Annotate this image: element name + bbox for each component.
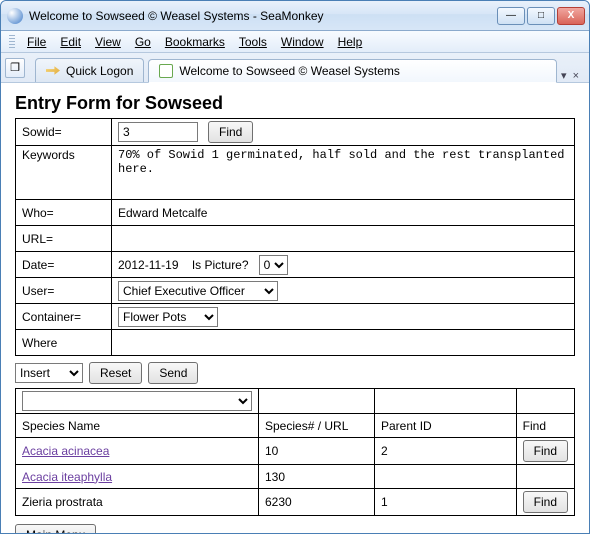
menu-window[interactable]: Window: [275, 33, 330, 51]
menu-view[interactable]: View: [89, 33, 127, 51]
cell-sowid: Find: [112, 119, 575, 146]
label-sowid: Sowid=: [16, 119, 112, 146]
parent-id: 2: [375, 438, 517, 465]
app-icon: [7, 8, 23, 24]
table-row: Acacia iteaphylla 130: [16, 465, 575, 489]
menu-go[interactable]: Go: [129, 33, 157, 51]
send-button[interactable]: Send: [148, 362, 198, 384]
action-row: Insert Reset Send: [15, 362, 575, 384]
container-select[interactable]: Flower Pots: [118, 307, 218, 327]
species-name: Zieria prostrata: [16, 489, 259, 516]
tab-welcome[interactable]: Welcome to Sowseed © Weasel Systems: [148, 59, 557, 83]
cell-date: 2012-11-19 Is Picture? 0: [112, 252, 575, 278]
species-grid: Species Name Species# / URL Parent ID Fi…: [15, 388, 575, 516]
menu-tools-label: Tools: [239, 35, 267, 49]
date-value: 2012-11-19: [118, 258, 179, 272]
page-title: Entry Form for Sowseed: [15, 93, 575, 114]
menu-help[interactable]: Help: [332, 33, 369, 51]
menu-bookmarks[interactable]: Bookmarks: [159, 33, 231, 51]
col-species-name: Species Name: [16, 414, 259, 438]
who-value: Edward Metcalfe: [112, 200, 575, 226]
content-area: Entry Form for Sowseed Sowid= Find Keywo…: [1, 83, 589, 533]
species-num: 130: [259, 465, 375, 489]
tabbar: ❐ Quick Logon Welcome to Sowseed © Wease…: [1, 53, 589, 83]
tab-dropdown-icon[interactable]: ▾: [561, 69, 567, 82]
parent-id: 1: [375, 489, 517, 516]
label-container: Container=: [16, 304, 112, 330]
menubar: File Edit View Go Bookmarks Tools Window…: [1, 31, 589, 53]
tab-close-button[interactable]: ×: [573, 70, 579, 82]
row-find-button[interactable]: Find: [523, 440, 568, 462]
table-row: Zieria prostrata62301 Find: [16, 489, 575, 516]
sowid-input[interactable]: [118, 122, 198, 142]
main-menu-button[interactable]: Main Menu: [15, 524, 96, 533]
keywords-value: 70% of Sowid 1 germinated, half sold and…: [112, 146, 575, 200]
menu-file[interactable]: File: [21, 33, 52, 51]
tab-quick-logon[interactable]: Quick Logon: [35, 58, 144, 82]
menu-view-label: View: [95, 35, 121, 49]
species-link[interactable]: Acacia acinacea: [22, 444, 109, 458]
find-button[interactable]: Find: [208, 121, 253, 143]
grid-filter-row: [16, 389, 575, 414]
document-icon: [159, 64, 173, 78]
minimize-button[interactable]: —: [497, 7, 525, 25]
close-button[interactable]: X: [557, 7, 585, 25]
maximize-button[interactable]: □: [527, 7, 555, 25]
table-row: Acacia acinacea 102 Find: [16, 438, 575, 465]
key-icon: [46, 64, 60, 78]
label-url: URL=: [16, 226, 112, 252]
row-find-button[interactable]: Find: [523, 491, 568, 513]
user-select[interactable]: Chief Executive Officer: [118, 281, 278, 301]
species-filter-select[interactable]: [22, 391, 252, 411]
species-num: 10: [259, 438, 375, 465]
url-value: [112, 226, 575, 252]
menu-file-label: File: [27, 35, 46, 49]
new-tab-button[interactable]: ❐: [5, 58, 25, 78]
menu-window-label: Window: [281, 35, 324, 49]
species-link[interactable]: Acacia iteaphylla: [22, 470, 112, 484]
reset-button[interactable]: Reset: [89, 362, 142, 384]
col-parent-id: Parent ID: [375, 414, 517, 438]
label-date: Date=: [16, 252, 112, 278]
titlebar[interactable]: Welcome to Sowseed © Weasel Systems - Se…: [1, 1, 589, 31]
label-is-picture: Is Picture?: [192, 258, 249, 272]
col-find: Find: [516, 414, 574, 438]
insert-select[interactable]: Insert: [15, 363, 83, 383]
menu-help-label: Help: [338, 35, 363, 49]
tab-welcome-label: Welcome to Sowseed © Weasel Systems: [179, 64, 399, 78]
menu-edit-label: Edit: [60, 35, 81, 49]
species-num: 6230: [259, 489, 375, 516]
label-user: User=: [16, 278, 112, 304]
label-who: Who=: [16, 200, 112, 226]
menu-tools[interactable]: Tools: [233, 33, 273, 51]
menu-bookmarks-label: Bookmarks: [165, 35, 225, 49]
label-keywords: Keywords: [16, 146, 112, 200]
col-species-num: Species# / URL: [259, 414, 375, 438]
is-picture-select[interactable]: 0: [259, 255, 288, 275]
where-value: [112, 330, 575, 356]
parent-id: [375, 465, 517, 489]
menubar-grip-icon: [9, 35, 15, 49]
grid-header-row: Species Name Species# / URL Parent ID Fi…: [16, 414, 575, 438]
window-title: Welcome to Sowseed © Weasel Systems - Se…: [29, 9, 497, 23]
app-window: Welcome to Sowseed © Weasel Systems - Se…: [0, 0, 590, 534]
find-cell: [516, 465, 574, 489]
menu-go-label: Go: [135, 35, 151, 49]
label-where: Where: [16, 330, 112, 356]
menu-edit[interactable]: Edit: [54, 33, 87, 51]
tab-quick-logon-label: Quick Logon: [66, 64, 133, 78]
find-cell: Find: [516, 438, 574, 465]
window-controls: — □ X: [497, 7, 585, 25]
entry-form: Sowid= Find Keywords 70% of Sowid 1 germ…: [15, 118, 575, 356]
find-cell: Find: [516, 489, 574, 516]
